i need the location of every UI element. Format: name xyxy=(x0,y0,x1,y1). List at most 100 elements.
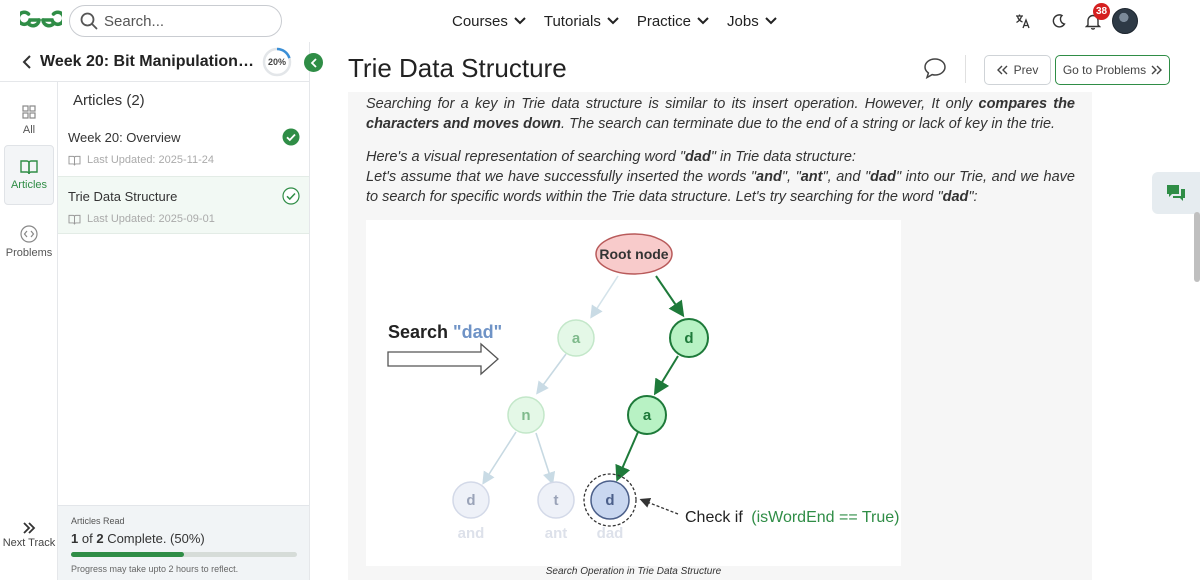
article-body: Searching for a key in Trie data structu… xyxy=(348,92,1092,580)
p2-text-2: " in Trie data structure: xyxy=(710,149,856,165)
course-progress-ring: 20% xyxy=(262,47,292,77)
p3-bold-4: dad xyxy=(942,189,969,205)
root-node-label: Root node xyxy=(599,246,668,262)
read-count-suffix: Complete. (50%) xyxy=(107,531,205,546)
translate-button[interactable] xyxy=(1009,7,1037,35)
chevron-left-icon[interactable] xyxy=(22,54,32,69)
rail-item-articles[interactable]: Articles xyxy=(4,145,54,205)
check-circle-filled-icon xyxy=(282,128,300,146)
chat-icon xyxy=(1167,185,1185,201)
nav-jobs-label: Jobs xyxy=(727,12,759,30)
page-scrollbar[interactable] xyxy=(1194,212,1200,282)
read-count-total: 2 xyxy=(96,531,104,546)
left-rail: All Articles Problems Next Track xyxy=(0,82,58,580)
articles-read-summary: Articles Read 1 of 2 Complete. (50%) Pro… xyxy=(58,505,309,580)
next-track-label: Next Track xyxy=(2,537,56,549)
check-circle-outline-icon xyxy=(282,187,300,205)
article-title: Trie Data Structure xyxy=(68,189,178,204)
double-chevron-right-icon xyxy=(23,522,36,534)
chevron-left-icon xyxy=(310,57,317,68)
paragraph-visual-intro: Here's a visual representation of search… xyxy=(366,147,1075,167)
articles-read-progress-bar xyxy=(71,552,297,557)
article-updated: Last Updated: 2025-11-24 xyxy=(87,154,214,166)
check-annotation: Check if (isWordEnd == True) xyxy=(685,509,899,526)
node-a-active-label: a xyxy=(643,407,652,424)
go-to-problems-button[interactable]: Go to Problems xyxy=(1055,55,1170,85)
trie-search-figure: Root node Search"dad" a d n a d t d and xyxy=(366,220,901,566)
collapse-sidebar-button[interactable] xyxy=(304,53,323,72)
double-chevron-left-icon xyxy=(996,65,1008,75)
dark-mode-toggle[interactable] xyxy=(1045,7,1073,35)
p3-bold-2: ant xyxy=(800,169,823,185)
course-progress-label: 20% xyxy=(267,57,286,67)
article-item-overview[interactable]: Week 20: Overview Last Updated: 2025-11-… xyxy=(58,118,309,176)
double-chevron-right-icon xyxy=(1151,65,1163,75)
book-icon xyxy=(68,155,81,165)
node-d-active-label: d xyxy=(684,330,693,347)
paragraph-search-intro: Searching for a key in Trie data structu… xyxy=(366,94,1075,134)
page-title: Trie Data Structure xyxy=(348,53,567,83)
word-label-dad: dad xyxy=(597,525,624,542)
nav-tutorials-label: Tutorials xyxy=(543,12,601,30)
p3-text-1: Let's assume that we have successfully i… xyxy=(366,169,757,185)
rail-item-articles-label: Articles xyxy=(10,179,48,191)
search-input[interactable] xyxy=(104,12,254,30)
edge-n-d xyxy=(482,431,517,485)
chevron-down-icon xyxy=(764,17,777,25)
article-item-trie[interactable]: Trie Data Structure Last Updated: 2025-0… xyxy=(58,176,309,234)
articles-read-label: Articles Read xyxy=(71,516,125,526)
course-title: Week 20: Bit Manipulation & T... xyxy=(40,52,254,70)
article-meta: Last Updated: 2025-11-24 xyxy=(68,154,214,166)
articles-read-progress-fill xyxy=(71,552,184,557)
word-label-ant: ant xyxy=(545,525,568,542)
rail-item-problems-label: Problems xyxy=(5,247,53,259)
nav-jobs[interactable]: Jobs xyxy=(727,13,777,30)
articles-read-count: 1 of 2 Complete. (50%) xyxy=(71,531,205,546)
search-box[interactable] xyxy=(69,5,282,37)
p2-text-1: Here's a visual representation of search… xyxy=(366,149,686,165)
nav-tutorials[interactable]: Tutorials xyxy=(544,13,619,30)
nav-practice-label: Practice xyxy=(636,12,692,30)
chat-button[interactable] xyxy=(1152,172,1200,214)
grid-icon xyxy=(22,105,36,119)
article-title: Week 20: Overview xyxy=(68,130,181,145)
avatar[interactable] xyxy=(1112,8,1138,34)
search-label: Search "dad" xyxy=(388,322,502,342)
progress-note: Progress may take upto 2 hours to reflec… xyxy=(71,564,239,574)
p1-text-1: Searching for a key in Trie data structu… xyxy=(366,96,979,112)
rail-item-all[interactable]: All xyxy=(4,90,54,150)
nav-courses[interactable]: Courses xyxy=(452,13,526,30)
p3-text-2: ", " xyxy=(781,169,801,185)
moon-icon xyxy=(1052,14,1066,28)
p3-text-3: ", and " xyxy=(822,169,871,185)
nav-practice[interactable]: Practice xyxy=(637,13,709,30)
check-arrow xyxy=(639,497,679,515)
p3-text-5: ": xyxy=(968,189,978,205)
course-header: Week 20: Bit Manipulation & T... 20% xyxy=(0,42,310,82)
prev-button[interactable]: Prev xyxy=(984,55,1051,85)
prev-button-label: Prev xyxy=(1013,63,1039,77)
search-word: "dad" xyxy=(453,322,502,342)
check-text: Check if xyxy=(685,509,747,526)
edge-root-a xyxy=(590,275,619,319)
chevron-down-icon xyxy=(514,17,526,25)
search-icon xyxy=(80,12,98,30)
nav-courses-label: Courses xyxy=(452,12,508,30)
p1-text-2: . The search can terminate due to the en… xyxy=(561,116,1056,132)
p3-bold-3: dad xyxy=(870,169,896,185)
p3-bold-1: and xyxy=(756,169,782,185)
word-label-and: and xyxy=(458,525,485,542)
next-track-button[interactable]: Next Track xyxy=(0,522,58,549)
article-updated: Last Updated: 2025-09-01 xyxy=(87,213,215,225)
edge-root-d xyxy=(655,275,685,318)
rail-item-problems[interactable]: Problems xyxy=(4,212,54,272)
geeksforgeeks-logo[interactable] xyxy=(20,9,62,33)
rail-item-all-label: All xyxy=(22,124,36,136)
translate-icon xyxy=(1016,14,1030,29)
node-d-and-label: d xyxy=(466,492,475,509)
search-arrow xyxy=(387,342,499,376)
p2-bold-1: dad xyxy=(685,149,711,165)
article-meta: Last Updated: 2025-09-01 xyxy=(68,213,215,225)
chevron-down-icon xyxy=(607,17,619,25)
comment-icon[interactable] xyxy=(923,57,947,79)
